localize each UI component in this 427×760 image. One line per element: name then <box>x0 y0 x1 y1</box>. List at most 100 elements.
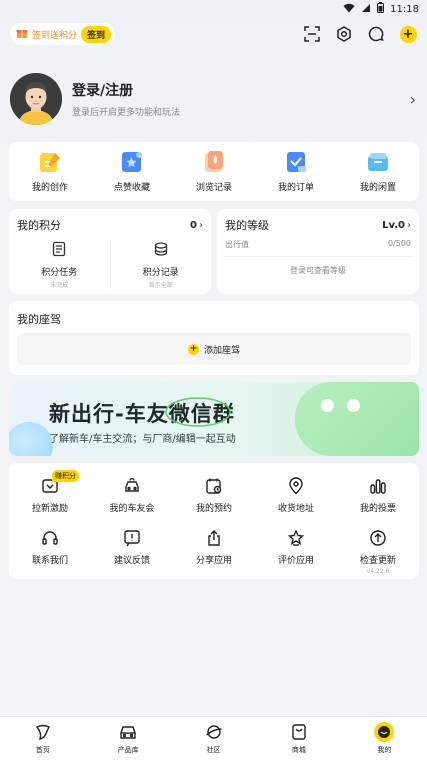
service-label: 建议反馈 <box>113 556 150 566</box>
points-tasks-status: 未完成 <box>50 282 69 289</box>
coins-stack-icon <box>153 241 169 261</box>
xp-value: 0/500 <box>387 239 411 248</box>
banner-mascot <box>295 382 419 456</box>
tab-community[interactable]: 社区 <box>171 717 256 760</box>
service-label: 我的车友会 <box>109 504 155 514</box>
points-tasks-label: 积分任务 <box>41 268 78 278</box>
points-records-button[interactable]: 积分记录 显示全部 <box>109 241 212 289</box>
level-xp-row: 出行值 0/500 <box>217 233 419 250</box>
quick-item-label: 我的订单 <box>277 183 314 193</box>
chevron-right-icon[interactable]: › <box>407 220 411 231</box>
service-car-club[interactable]: 我的车友会 <box>91 476 173 514</box>
services-card: 赚积分 拉新激励 我的车友会 我的预约 收货地址 我的投票 联系我们 建议反馈 … <box>9 463 419 579</box>
wifi-icon <box>343 3 355 16</box>
xp-label: 出行值 <box>225 240 249 249</box>
status-bar: 11:18 <box>0 0 427 18</box>
share-icon <box>204 528 224 548</box>
header-row: 签到送积分 签到 + <box>10 22 417 46</box>
tab-label: 商城 <box>291 746 306 754</box>
my-level-card[interactable]: 我的等级 Lv.0 › 出行值 0/500 登录可查看等级 <box>217 209 419 294</box>
points-header[interactable]: 我的积分 0 › <box>9 209 211 233</box>
my-vehicle-card: 我的座驾 + 添加座驾 <box>9 301 419 375</box>
earn-points-badge: 赚积分 <box>52 470 79 482</box>
service-label: 拉新激励 <box>31 504 68 514</box>
service-shipping-address[interactable]: 收货地址 <box>255 476 337 514</box>
shopping-bag-icon <box>289 722 309 742</box>
checkin-text: 签到送积分 <box>32 30 78 41</box>
points-actions: 积分任务 未完成 积分记录 显示全部 <box>9 241 211 289</box>
profile-login-row[interactable]: 登录/注册 登录后开启更多功能和玩法 › <box>10 72 420 126</box>
checkin-pill[interactable]: 签到送积分 签到 <box>10 23 116 45</box>
highlight-circle-decor <box>165 397 231 427</box>
headset-icon <box>40 528 60 548</box>
planet-icon <box>204 722 224 742</box>
appointment-icon <box>204 476 224 496</box>
mascot-eye <box>321 399 334 412</box>
tab-products[interactable]: 产品库 <box>85 717 170 760</box>
quick-actions-card: 我的创作 点赞收藏 浏览记录 我的订单 我的闲置 <box>9 142 419 201</box>
quick-item-order[interactable]: 我的订单 <box>255 142 337 201</box>
level-value: Lv.0 <box>382 219 405 231</box>
service-label: 收货地址 <box>277 504 314 514</box>
service-label: 分享应用 <box>195 556 232 566</box>
service-contact-us[interactable]: 联系我们 <box>9 528 91 575</box>
car-club-icon <box>122 476 142 496</box>
level-title: 我的等级 <box>225 219 269 232</box>
points-records-status: 显示全部 <box>148 282 173 289</box>
quick-item-like-collect[interactable]: 点赞收藏 <box>91 142 173 201</box>
task-list-icon <box>51 241 67 261</box>
feedback-icon <box>122 528 142 548</box>
add-vehicle-button[interactable]: + 添加座驾 <box>17 333 411 365</box>
service-appointment[interactable]: 我的预约 <box>173 476 255 514</box>
home-icon <box>33 722 53 742</box>
tab-home[interactable]: 首页 <box>0 717 85 760</box>
header-icons: + <box>303 25 417 43</box>
order-icon <box>284 150 308 174</box>
service-check-update[interactable]: 检查更新 v4.22.6 <box>337 528 419 575</box>
settings-gear-icon[interactable] <box>335 25 353 43</box>
chevron-right-icon[interactable]: › <box>199 220 203 231</box>
quick-item-history[interactable]: 浏览记录 <box>173 142 255 201</box>
quick-item-creation[interactable]: 我的创作 <box>9 142 91 201</box>
add-plus-icon[interactable]: + <box>399 25 417 43</box>
service-invite-reward[interactable]: 赚积分 拉新激励 <box>9 470 91 514</box>
tab-mine[interactable]: 我的 <box>342 717 427 760</box>
quick-item-idle[interactable]: 我的闲置 <box>337 142 419 201</box>
service-share-app[interactable]: 分享应用 <box>173 528 255 575</box>
service-feedback[interactable]: 建议反馈 <box>91 528 173 575</box>
quick-item-label: 浏览记录 <box>195 183 232 193</box>
service-rate-app[interactable]: 评价应用 <box>255 528 337 575</box>
app-version: v4.22.6 <box>366 568 390 575</box>
car-icon <box>118 722 138 742</box>
level-login-note: 登录可查看等级 <box>290 266 346 275</box>
tab-mall[interactable]: 商城 <box>256 717 341 760</box>
my-points-card: 我的积分 0 › 积分任务 未完成 积分记录 显示全部 <box>9 209 211 294</box>
level-header[interactable]: 我的等级 Lv.0 › <box>217 209 419 233</box>
service-label: 检查更新 <box>359 556 396 566</box>
banner-decor-circle <box>9 422 53 456</box>
checkin-button[interactable]: 签到 <box>81 25 112 43</box>
avatar[interactable] <box>10 73 62 125</box>
service-label: 联系我们 <box>31 556 68 566</box>
like-collect-icon <box>120 150 144 174</box>
scan-icon[interactable] <box>303 25 321 43</box>
login-register-title[interactable]: 登录/注册 <box>72 80 180 100</box>
service-my-votes[interactable]: 我的投票 <box>337 476 419 514</box>
rate-app-icon <box>286 528 306 548</box>
service-label: 我的预约 <box>195 504 232 514</box>
banner-subtitle: 了解新车/车主交流；与厂商/编辑一起互动 <box>49 434 236 445</box>
message-bubble-icon[interactable] <box>367 25 385 43</box>
creation-icon <box>38 150 62 174</box>
chevron-right-icon[interactable]: › <box>410 90 416 109</box>
points-tasks-button[interactable]: 积分任务 未完成 <box>9 241 110 289</box>
profile-face-icon <box>374 722 395 742</box>
wechat-group-banner[interactable]: 新出行-车友微信群 了解新车/车主交流；与厂商/编辑一起互动 <box>9 382 419 456</box>
tab-label: 首页 <box>35 746 50 754</box>
service-label: 评价应用 <box>277 556 314 566</box>
points-records-label: 积分记录 <box>142 268 179 278</box>
battery-icon <box>377 2 385 16</box>
bottom-tab-bar: 首页 产品库 社区 商城 我的 <box>0 716 427 760</box>
idle-icon <box>366 150 390 174</box>
service-label: 我的投票 <box>359 504 396 514</box>
vote-bars-icon <box>368 476 388 496</box>
